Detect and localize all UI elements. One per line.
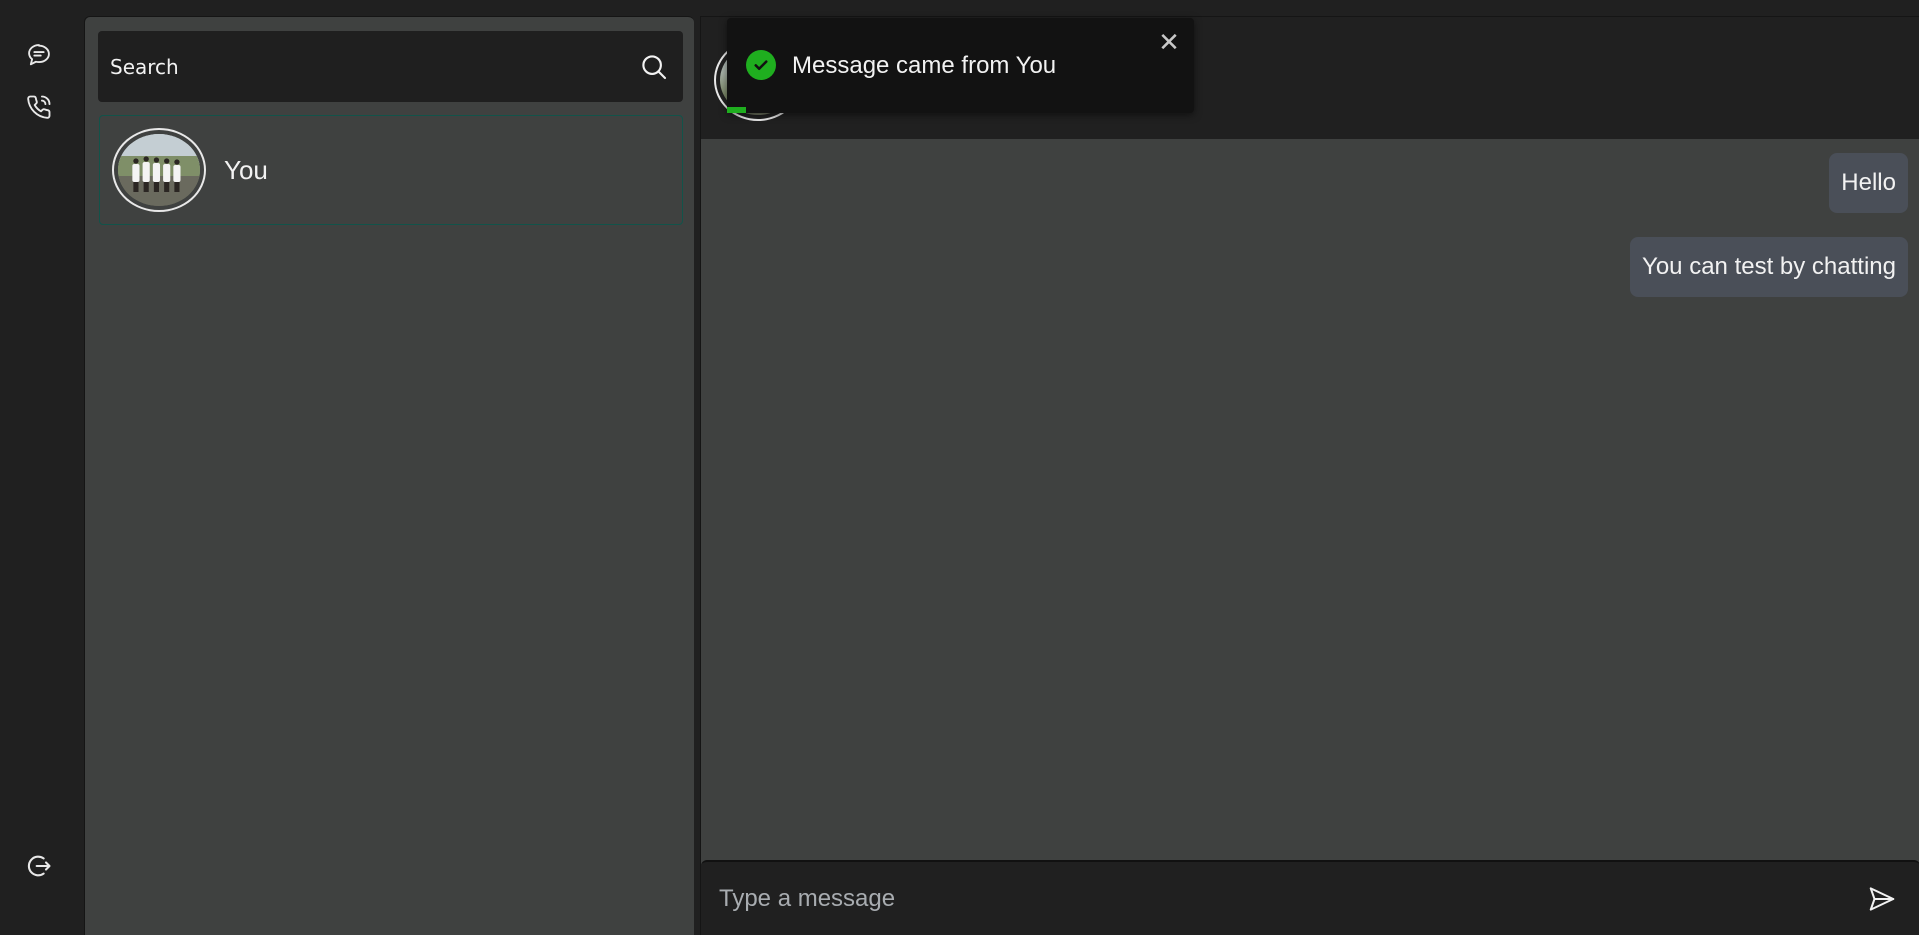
toast-notification: Message came from You ✕ [727, 18, 1194, 113]
search-button[interactable] [637, 50, 671, 84]
chats-nav-button[interactable] [23, 39, 55, 71]
message-bubble: You can test by chatting [1630, 237, 1908, 297]
search-bar [98, 31, 683, 102]
toast-close-button[interactable]: ✕ [1156, 30, 1182, 56]
contact-name: You [224, 154, 268, 185]
group-photo-avatar [118, 134, 200, 206]
nav-rail [0, 0, 83, 935]
message-input[interactable] [719, 885, 1862, 913]
search-icon [642, 54, 667, 79]
logout-icon [27, 855, 51, 877]
logout-button[interactable] [23, 850, 55, 882]
chat-app: You Hello You can test by chatting [0, 0, 1919, 935]
send-button[interactable] [1862, 879, 1902, 919]
phone-call-icon [27, 95, 51, 119]
contact-list-item[interactable]: You [99, 115, 683, 225]
calls-nav-button[interactable] [23, 91, 55, 123]
chat-icon [28, 44, 50, 66]
search-input[interactable] [110, 54, 637, 79]
check-circle-icon [746, 50, 776, 80]
chat-window: Hello You can test by chatting [700, 16, 1919, 935]
contacts-panel: You [84, 16, 694, 935]
toast-progress-bar [727, 107, 746, 113]
send-icon [1869, 887, 1895, 911]
avatar [112, 128, 206, 212]
message-bubble: Hello [1829, 153, 1908, 213]
message-composer [701, 860, 1919, 935]
toast-message: Message came from You [792, 52, 1057, 79]
message-list: Hello You can test by chatting [701, 139, 1919, 876]
